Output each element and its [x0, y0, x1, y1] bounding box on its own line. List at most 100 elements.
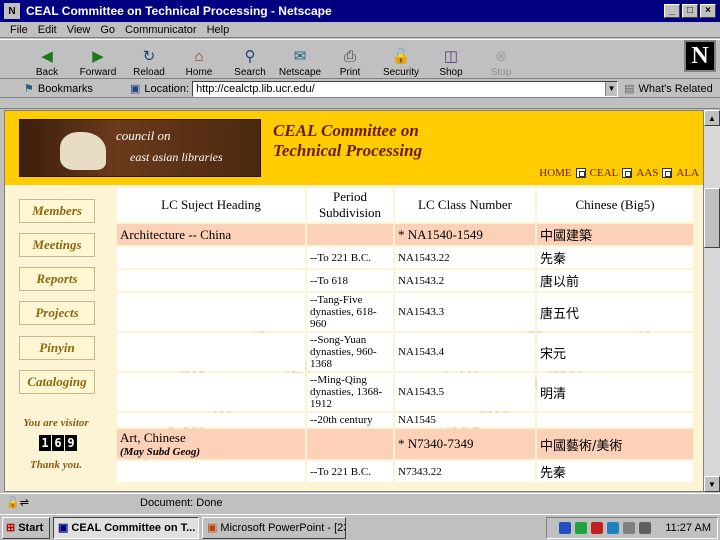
- back-button[interactable]: ◀ Back: [24, 42, 70, 78]
- lock-icon: 🔓: [391, 48, 411, 65]
- home-button[interactable]: ⌂ Home: [176, 42, 222, 79]
- cell-period-subdivision: --Ming-Qing dynasties, 1368-1912: [307, 373, 393, 411]
- search-icon: ⚲: [244, 48, 256, 65]
- tray-icon[interactable]: [591, 522, 604, 534]
- window-title: CEAL Committee on Technical Processing -…: [26, 4, 332, 18]
- table-row-subdivision: --Tang-Five dynasties, 618-960 NA1543.3 唐五…: [117, 293, 693, 331]
- menu-view[interactable]: View: [67, 24, 91, 36]
- back-arrow-icon: ◀: [41, 48, 53, 65]
- cell-lc-class-number: NA1543.5: [395, 373, 535, 411]
- system-tray: 11:27 AM: [546, 517, 718, 539]
- sidebar-item-cataloging[interactable]: Cataloging: [19, 370, 95, 394]
- status-bar: 🔓⇌ Document: Done: [0, 493, 720, 511]
- window-titlebar[interactable]: N CEAL Committee on Technical Processing…: [0, 0, 720, 22]
- counter-digit: 6: [52, 435, 64, 451]
- nav-aas-link[interactable]: AAS: [636, 167, 658, 179]
- security-status-icon[interactable]: 🔓⇌: [0, 496, 40, 509]
- print-icon: ⎙: [343, 47, 356, 65]
- navigation-toolbar: ◀ Back ▶ Forward ↻ Reload ⌂ Home ⚲ Searc…: [0, 39, 720, 79]
- cell-period-subdivision: --20th century: [307, 413, 393, 427]
- lc-subject-table: LC Suject Heading Period Subdivision LC …: [115, 186, 695, 484]
- visitor-counter: 1 6 9: [39, 435, 77, 451]
- cell-lc-class-number: NA1543.2: [395, 270, 535, 291]
- page-proxy-icon[interactable]: ▣: [130, 82, 140, 95]
- menu-bar: File Edit View Go Communicator Help: [0, 22, 720, 38]
- scroll-down-arrow[interactable]: ▼: [704, 476, 720, 492]
- network-icon[interactable]: [639, 522, 652, 534]
- nav-ala-link[interactable]: ALA: [676, 167, 699, 179]
- sidebar-item-projects[interactable]: Projects: [19, 301, 95, 325]
- scroll-thumb[interactable]: [704, 188, 720, 248]
- stop-button[interactable]: ⊗ Stop: [478, 42, 524, 78]
- counter-digit: 9: [65, 435, 77, 451]
- cell-subject-heading: Architecture -- China: [117, 224, 305, 245]
- menu-edit[interactable]: Edit: [38, 24, 57, 36]
- sidebar-item-meetings[interactable]: Meetings: [19, 233, 95, 257]
- url-input[interactable]: http://cealctp.lib.ucr.edu/ ▼: [192, 80, 619, 97]
- cell-lc-class-number: NA1545: [395, 413, 535, 427]
- menu-file[interactable]: File: [10, 24, 28, 36]
- tray-icon[interactable]: [575, 522, 588, 534]
- task-powerpoint[interactable]: ▣ Microsoft PowerPoint - [23...: [202, 516, 346, 539]
- tray-icon[interactable]: [607, 522, 620, 534]
- window-controls: _ □ ×: [664, 4, 716, 18]
- netscape-task-icon: ▣: [58, 522, 69, 534]
- nav-ceal-link[interactable]: CEAL: [590, 167, 619, 179]
- vertical-scrollbar[interactable]: ▲ ▼: [704, 110, 720, 492]
- stop-icon: ⊗: [494, 48, 508, 65]
- table-row-subdivision: --To 221 B.C. N7343.22 先秦: [117, 461, 693, 482]
- forward-arrow-icon: ▶: [92, 48, 104, 65]
- task-netscape[interactable]: ▣ CEAL Committee on T...: [53, 516, 199, 539]
- minimize-button[interactable]: _: [664, 4, 680, 18]
- shop-icon: ◫: [443, 48, 459, 65]
- bookmarks-button[interactable]: ⚑ Bookmarks: [24, 82, 130, 96]
- forward-button[interactable]: ▶ Forward: [75, 42, 121, 78]
- nav-home-link[interactable]: HOME: [539, 167, 571, 179]
- cell-period-subdivision: --To 618: [307, 270, 393, 291]
- figure-illustration: [60, 132, 106, 170]
- site-header: council on east asian libraries CEAL Com…: [5, 111, 703, 185]
- netscape-logo[interactable]: N: [684, 40, 716, 72]
- maximize-button[interactable]: □: [682, 4, 698, 18]
- nav-separator-icon: [575, 168, 586, 178]
- whats-related-button[interactable]: ▤ What's Related: [624, 82, 713, 96]
- search-button[interactable]: ⚲ Search: [227, 42, 273, 78]
- volume-icon[interactable]: [623, 522, 636, 534]
- shop-button[interactable]: ◫ Shop: [428, 42, 474, 78]
- cell-lc-class-number: NA1543.3: [395, 293, 535, 331]
- cell-period-subdivision: [307, 429, 393, 459]
- windows-logo-icon: ⊞: [6, 522, 16, 534]
- cell-geog-subdivision-note: (May Subd Geog): [120, 446, 201, 458]
- site-title: CEAL Committee on Technical Processing: [273, 121, 423, 160]
- cell-chinese-big5: 明清: [537, 373, 693, 411]
- sidebar-item-members[interactable]: Members: [19, 199, 95, 223]
- menu-go[interactable]: Go: [100, 24, 115, 36]
- scroll-up-arrow[interactable]: ▲: [704, 110, 720, 126]
- whats-related-icon: ▤: [624, 83, 635, 95]
- banner-image-text-1: council on: [116, 128, 171, 143]
- print-button[interactable]: ⎙ Print: [327, 42, 373, 79]
- sidebar-item-pinyin[interactable]: Pinyin: [19, 336, 95, 360]
- cell-lc-class-number: * N7340-7349: [395, 429, 535, 459]
- reload-button[interactable]: ↻ Reload: [126, 42, 172, 78]
- close-button[interactable]: ×: [700, 4, 716, 18]
- cell-period-subdivision: [307, 224, 393, 245]
- sidebar-item-reports[interactable]: Reports: [19, 267, 95, 291]
- cell-lc-class-number: N7343.22: [395, 461, 535, 482]
- netscape-app-icon: N: [4, 3, 20, 19]
- url-history-dropdown[interactable]: ▼: [605, 81, 618, 96]
- tray-icon[interactable]: [559, 522, 572, 534]
- cell-period-subdivision: --Song-Yuan dynasties, 960-1368: [307, 333, 393, 371]
- security-button[interactable]: 🔓 Security: [378, 42, 424, 78]
- start-button[interactable]: ⊞ Start: [2, 516, 50, 539]
- cell-chinese-big5: 先秦: [537, 247, 693, 268]
- menu-help[interactable]: Help: [207, 24, 230, 36]
- netscape-button[interactable]: ✉ Netscape: [277, 42, 323, 78]
- cell-subject-heading: [117, 247, 305, 268]
- menu-communicator[interactable]: Communicator: [125, 24, 197, 36]
- visitor-label: You are visitor: [23, 417, 89, 429]
- cell-chinese-big5: 宋元: [537, 333, 693, 371]
- cell-subject-heading: [117, 413, 305, 427]
- table-body: Architecture -- China * NA1540-1549 中國建築 --…: [117, 224, 693, 482]
- cell-lc-class-number: NA1543.4: [395, 333, 535, 371]
